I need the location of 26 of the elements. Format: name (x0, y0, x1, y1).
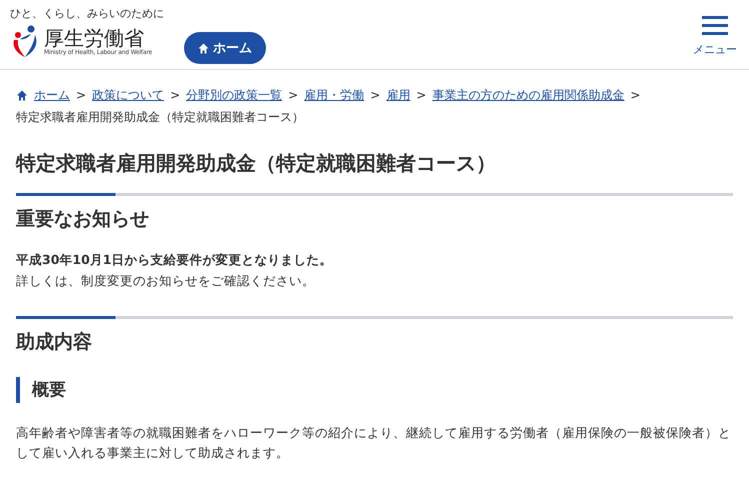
breadcrumb-separator: > (76, 87, 86, 104)
breadcrumb-link[interactable]: 事業主の方のための雇用関係助成金 (432, 84, 624, 106)
home-button[interactable]: ホーム (184, 32, 266, 64)
breadcrumb-separator: > (170, 87, 180, 104)
breadcrumb-link[interactable]: 政策について (92, 84, 164, 106)
breadcrumb-separator: > (288, 87, 298, 104)
breadcrumb-link[interactable]: ホーム (34, 84, 70, 106)
page-title: 特定求職者雇用開発助成金（特定就職困難者コース） (16, 150, 497, 177)
breadcrumb-separator: > (416, 87, 426, 104)
home-icon (16, 90, 28, 100)
breadcrumb-separator: > (370, 87, 380, 104)
breadcrumb-separator: > (630, 87, 640, 104)
menu-button[interactable]: メニュー (693, 16, 737, 57)
notice-headline: 平成30年10月1日から支給要件が変更となりました。 (16, 252, 334, 269)
subsection-heading: 概要 (16, 377, 733, 403)
breadcrumb-current-page: 特定求職者雇用開発助成金（特定就職困難者コース） (16, 109, 304, 126)
breadcrumb-link[interactable]: 雇用・労働 (304, 84, 364, 106)
description-paragraph: 高年齢者や障害者等の就職困難者をハローワーク等の紹介により、継続して雇用する労働者（雇用保険の一般被保険者）として雇い入れる事業主に対して助成されます。 (16, 424, 732, 462)
notice-text: 詳しくは、制度変更のお知らせをご確認ください。 (16, 273, 316, 290)
tagline: ひと、くらし、みらいのために (10, 6, 164, 21)
section-heading: 重要なお知らせ (16, 193, 733, 232)
home-icon (198, 42, 209, 54)
menu-icon (702, 16, 728, 36)
organization-name: 厚生労働省 (44, 26, 145, 48)
breadcrumb-link[interactable]: 雇用 (386, 84, 410, 106)
breadcrumb-link[interactable]: 分野別の政策一覧 (186, 84, 282, 106)
